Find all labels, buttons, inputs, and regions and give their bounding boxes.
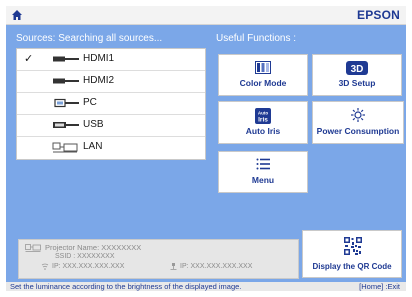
checkmark-icon: ✓ <box>24 53 34 65</box>
ssid-label: SSID : XXXXXXXX <box>55 253 115 260</box>
functions-heading: Useful Functions : <box>216 33 297 44</box>
source-label: HDMI2 <box>83 75 115 86</box>
color-mode-button[interactable]: Color Mode <box>218 54 308 96</box>
power-consumption-icon <box>351 108 365 122</box>
source-item-usb[interactable]: USB <box>17 115 205 135</box>
home-icon[interactable] <box>11 9 23 21</box>
auto-iris-icon-text: Iris <box>258 117 268 124</box>
auto-iris-icon-small: Auto <box>258 111 268 116</box>
tile-label: 3D Setup <box>338 78 376 88</box>
source-item-lan[interactable]: LAN <box>17 137 205 157</box>
source-item-pc[interactable]: PC <box>17 93 205 113</box>
status-message: Set the luminance according to the brigh… <box>10 282 242 291</box>
tile-label: Menu <box>251 175 275 185</box>
brand-logo: EPSON <box>356 8 400 22</box>
tile-label: Color Mode <box>239 78 287 88</box>
vga-cable-icon <box>54 98 79 108</box>
wired-lan-icon <box>170 263 177 270</box>
source-item-hdmi1[interactable]: ✓ HDMI1 <box>17 49 205 69</box>
display-qr-code-button[interactable]: Display the QR Code <box>302 230 402 278</box>
lan-icon <box>52 142 78 153</box>
exit-hint: [Home] :Exit <box>359 282 400 291</box>
ip-address-wireless: IP: XXX.XXX.XXX.XXX <box>52 263 125 270</box>
top-bar: EPSON <box>6 6 406 25</box>
sources-heading: Sources: Searching all sources... <box>16 33 163 44</box>
hdmi-cable-icon <box>53 78 79 84</box>
source-label: HDMI1 <box>83 53 115 64</box>
source-item-hdmi2[interactable]: HDMI2 <box>17 71 205 91</box>
qr-code-icon <box>344 237 362 255</box>
auto-iris-button[interactable]: Auto Iris Auto Iris <box>218 101 308 144</box>
source-label: USB <box>83 119 104 130</box>
tile-label: Power Consumption <box>316 126 400 136</box>
lan-icon <box>25 244 41 252</box>
source-label: LAN <box>83 141 103 152</box>
ip-address-wired: IP: XXX.XXX.XXX.XXX <box>180 263 253 270</box>
projector-home-screen: EPSON Sources: Searching all sources... … <box>6 6 406 291</box>
menu-button[interactable]: Menu <box>218 151 308 193</box>
hdmi-cable-icon <box>53 56 79 62</box>
usb-cable-icon <box>53 122 79 128</box>
menu-icon <box>256 158 270 170</box>
projector-name: Projector Name: XXXXXXXX <box>45 243 142 252</box>
color-mode-icon <box>255 61 271 74</box>
3d-icon: 3D <box>346 61 368 75</box>
auto-iris-icon: Auto Iris <box>255 108 271 124</box>
wireless-icon <box>41 263 49 270</box>
power-consumption-button[interactable]: Power Consumption <box>312 101 404 144</box>
qr-label: Display the QR Code <box>312 262 392 271</box>
projector-info-panel: Projector Name: XXXXXXXX SSID : XXXXXXXX… <box>18 239 299 279</box>
source-label: PC <box>83 97 97 108</box>
status-bar: Set the luminance according to the brigh… <box>6 282 406 291</box>
3d-icon-text: 3D <box>351 64 364 75</box>
tile-label: Auto Iris <box>245 126 281 136</box>
3d-setup-button[interactable]: 3D 3D Setup <box>312 54 402 96</box>
sources-list: ✓ HDMI1 HDMI2 PC USB LAN <box>16 48 206 160</box>
